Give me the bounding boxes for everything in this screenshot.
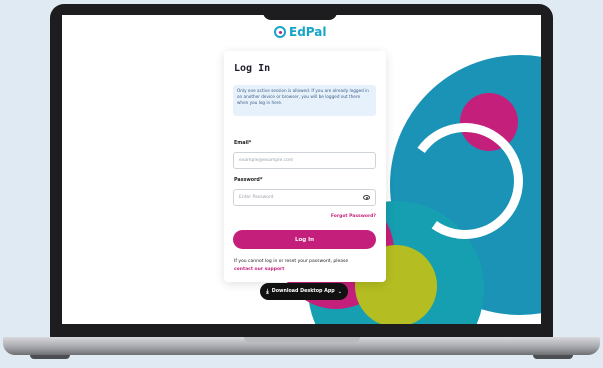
password-field[interactable]: Enter Password	[233, 189, 376, 206]
email-label: Email*	[234, 141, 252, 146]
download-label: Download Desktop App	[271, 289, 335, 294]
help-text: If you cannot log in or reset your passw…	[234, 258, 377, 273]
chevron-down-icon: ⌄	[337, 288, 342, 295]
login-card: Log In Only one active session is allowe…	[224, 51, 386, 282]
help-message: If you cannot log in or reset your passw…	[234, 259, 349, 264]
forgot-password-link[interactable]: Forgot Password?	[331, 214, 376, 219]
eye-icon[interactable]	[363, 195, 370, 200]
page-title: Log In	[234, 63, 271, 74]
session-notice: Only one active session is allowed. If y…	[233, 85, 376, 116]
download-app-button[interactable]: ⤓ Download Desktop App ⌄	[260, 283, 348, 300]
logo-text: EdPal	[289, 25, 327, 39]
password-placeholder: Enter Password	[239, 195, 274, 200]
download-icon: ⤓	[266, 287, 269, 295]
camera-notch	[263, 4, 337, 20]
edpal-logo: EdPal	[274, 25, 326, 39]
password-label: Password*	[234, 178, 263, 183]
logo-icon	[274, 26, 286, 38]
laptop-foot-left	[30, 355, 70, 359]
email-placeholder: example@example.com	[239, 158, 294, 163]
app-screen: EdPal Log In Only one active session is …	[62, 15, 541, 324]
laptop-foot-right	[533, 355, 573, 359]
laptop-groove	[244, 337, 360, 343]
login-button[interactable]: Log In	[233, 230, 376, 249]
email-field[interactable]: example@example.com	[233, 152, 376, 169]
contact-support-link[interactable]: contact our support	[234, 267, 284, 272]
